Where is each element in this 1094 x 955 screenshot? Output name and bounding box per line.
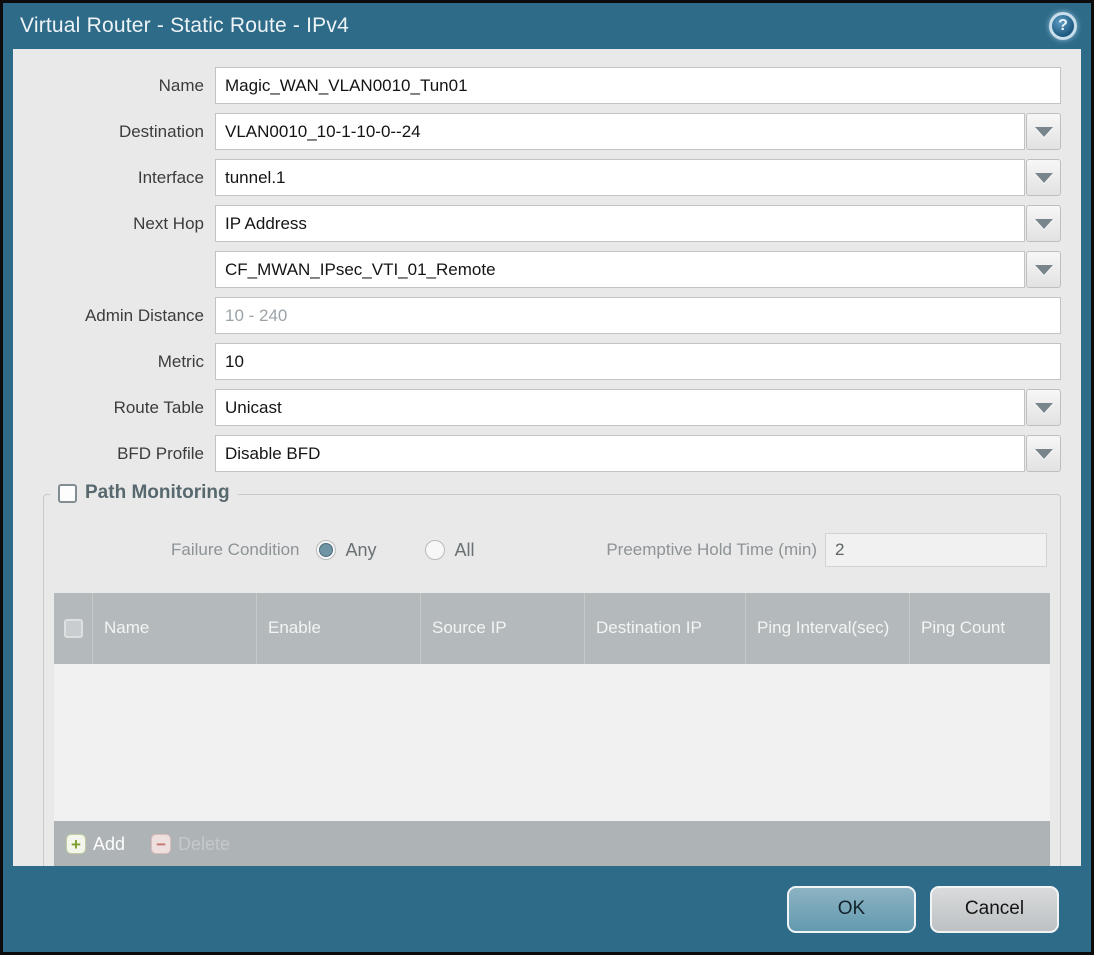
- radio-unselected-icon: [424, 540, 445, 560]
- metric-input[interactable]: [215, 343, 1061, 380]
- path-monitoring-title: Path Monitoring: [85, 482, 230, 503]
- column-header-ping-count: Ping Count: [909, 593, 1050, 664]
- radio-selected-icon: [315, 540, 336, 560]
- next-hop-type-input[interactable]: [215, 205, 1025, 242]
- radio-all-label: All: [454, 539, 475, 560]
- add-button-label: Add: [93, 833, 126, 854]
- column-header-source-ip: Source IP: [420, 593, 584, 664]
- preemptive-hold-time-input[interactable]: [825, 533, 1047, 567]
- plus-icon: +: [66, 834, 86, 854]
- form-row-next-hop: Next Hop: [13, 205, 1061, 242]
- column-header-enable: Enable: [256, 593, 420, 664]
- route-table-input[interactable]: [215, 389, 1025, 426]
- radio-any-label: Any: [345, 539, 377, 560]
- form-row-interface: Interface: [13, 159, 1061, 196]
- failure-condition-label: Failure Condition: [171, 540, 300, 559]
- preemptive-hold-time-label: Preemptive Hold Time (min): [606, 540, 817, 559]
- delete-button-label: Delete: [178, 833, 231, 854]
- add-button[interactable]: + Add: [66, 834, 125, 855]
- route-table-label: Route Table: [113, 397, 204, 417]
- admin-distance-label: Admin Distance: [84, 305, 204, 325]
- failure-condition-row: Failure Condition Any All Preemptive Hol…: [53, 525, 1051, 587]
- minus-icon: −: [151, 834, 172, 854]
- interface-label: Interface: [137, 167, 204, 187]
- failure-condition-all-radio[interactable]: All: [424, 539, 475, 561]
- form-row-bfd-profile: BFD Profile: [13, 435, 1061, 472]
- failure-condition-any-radio[interactable]: Any: [315, 539, 377, 561]
- destination-label: Destination: [118, 121, 204, 141]
- form-row-destination: Destination: [13, 113, 1061, 150]
- bfd-profile-dropdown-button[interactable]: [1026, 435, 1061, 472]
- help-icon[interactable]: ?: [1049, 12, 1077, 40]
- dialog-title: Virtual Router - Static Route - IPv4: [20, 14, 349, 37]
- chevron-down-icon: [1034, 126, 1053, 137]
- form-panel: Name Destination Interface Next Hop: [13, 49, 1081, 866]
- cancel-button[interactable]: Cancel: [930, 885, 1059, 933]
- column-header-name: Name: [92, 593, 256, 664]
- form-row-metric: Metric: [13, 343, 1061, 380]
- name-label: Name: [158, 75, 204, 95]
- interface-input[interactable]: [215, 159, 1025, 196]
- chevron-down-icon: [1034, 448, 1053, 459]
- bfd-profile-label: BFD Profile: [117, 443, 204, 463]
- path-monitoring-section: Path Monitoring Failure Condition Any Al…: [43, 482, 1061, 866]
- destination-input[interactable]: [215, 113, 1025, 150]
- form-row-admin-distance: Admin Distance: [13, 297, 1061, 334]
- admin-distance-input[interactable]: [215, 297, 1061, 334]
- dialog-footer: OK Cancel: [3, 866, 1091, 952]
- static-route-dialog: Virtual Router - Static Route - IPv4 ? N…: [0, 0, 1094, 955]
- next-hop-type-dropdown-button[interactable]: [1026, 205, 1061, 242]
- metric-label: Metric: [157, 351, 204, 371]
- form-row-name: Name: [13, 67, 1061, 104]
- table-body-empty: [54, 664, 1050, 821]
- ok-button[interactable]: OK: [787, 885, 916, 933]
- interface-dropdown-button[interactable]: [1026, 159, 1061, 196]
- route-table-dropdown-button[interactable]: [1026, 389, 1061, 426]
- name-input[interactable]: [215, 67, 1061, 104]
- next-hop-label: Next Hop: [133, 213, 204, 233]
- path-monitoring-table: Name Enable Source IP Destination IP Pin…: [54, 593, 1050, 866]
- form-row-route-table: Route Table: [13, 389, 1061, 426]
- destination-dropdown-button[interactable]: [1026, 113, 1061, 150]
- column-header-destination-ip: Destination IP: [584, 593, 745, 664]
- chevron-down-icon: [1034, 402, 1053, 413]
- table-header-row: Name Enable Source IP Destination IP Pin…: [54, 593, 1050, 664]
- delete-button[interactable]: − Delete: [151, 834, 230, 855]
- table-toolbar: + Add − Delete: [54, 821, 1050, 866]
- form-row-next-hop-address: [13, 251, 1061, 288]
- column-header-ping-interval: Ping Interval(sec): [745, 593, 909, 664]
- dialog-titlebar: Virtual Router - Static Route - IPv4 ?: [3, 3, 1091, 49]
- path-monitoring-legend: Path Monitoring: [50, 482, 238, 504]
- path-monitoring-checkbox[interactable]: [58, 483, 77, 503]
- next-hop-address-input[interactable]: [215, 251, 1025, 288]
- next-hop-address-dropdown-button[interactable]: [1026, 251, 1061, 288]
- chevron-down-icon: [1034, 172, 1053, 183]
- chevron-down-icon: [1034, 264, 1053, 275]
- chevron-down-icon: [1034, 218, 1053, 229]
- select-all-checkbox: [63, 619, 83, 638]
- bfd-profile-input[interactable]: [215, 435, 1025, 472]
